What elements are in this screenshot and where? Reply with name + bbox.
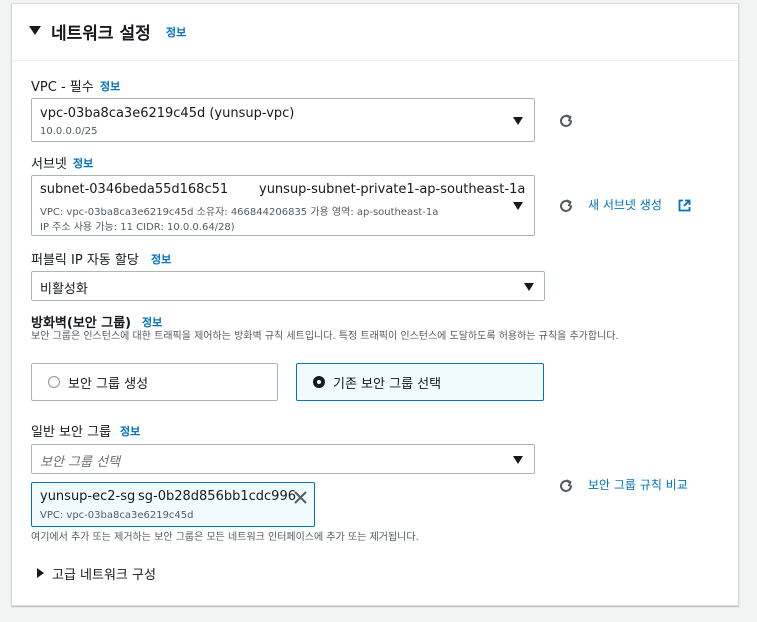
token-sg-id: sg-0b28d856bb1cdc996 — [138, 489, 296, 504]
compare-security-group-rules-link[interactable]: 보안 그룹 규칙 비교 — [588, 476, 688, 493]
section-title: 네트워크 설정 — [51, 24, 151, 44]
subnet-select[interactable]: subnet-0346beda55d168c51 yunsup-subnet-p… — [31, 175, 535, 236]
select-existing-security-group-option[interactable]: 기존 보안 그룹 선택 — [296, 363, 544, 401]
network-settings-panel: 네트워크 설정 정보 VPC - 필수 정보 vpc-03ba8ca3e6219… — [11, 3, 739, 606]
subnet-name: yunsup-subnet-private1-ap-southeast-1a — [259, 182, 526, 197]
public-ip-value: 비활성화 — [40, 282, 88, 297]
external-link-icon[interactable] — [678, 199, 691, 212]
firewall-info-link[interactable]: 정보 — [142, 314, 162, 330]
refresh-vpc-icon[interactable] — [557, 112, 575, 130]
security-group-note: 여기에서 추가 또는 제거하는 보안 그룹은 모든 네트워크 인터페이스에 추가… — [31, 532, 419, 543]
chevron-down-icon — [513, 202, 523, 210]
security-group-info-link[interactable]: 정보 — [120, 423, 140, 439]
radio-existing[interactable] — [313, 376, 325, 388]
vpc-label: VPC - 필수 — [31, 80, 94, 95]
security-group-label: 일반 보안 그룹 — [31, 425, 112, 440]
token-sg-vpc: VPC: vpc-03ba8ca3e6219c45d — [40, 510, 194, 521]
subnet-info-link[interactable]: 정보 — [73, 155, 93, 171]
vpc-select-value: vpc-03ba8ca3e6219c45d (yunsup-vpc) — [40, 106, 295, 121]
public-ip-label: 퍼블릭 IP 자동 할당 — [31, 253, 139, 268]
section-info-link[interactable]: 정보 — [166, 24, 186, 40]
select-existing-security-group-label: 기존 보안 그룹 선택 — [333, 377, 442, 392]
subnet-label: 서브넷 — [31, 157, 67, 172]
security-group-token: yunsup-ec2-sg sg-0b28d856bb1cdc996 VPC: … — [31, 482, 315, 527]
token-sg-name: yunsup-ec2-sg — [40, 489, 136, 504]
advanced-network-config-toggle[interactable]: 고급 네트워크 구성 — [52, 564, 156, 583]
subnet-id: subnet-0346beda55d168c51 — [40, 182, 229, 197]
public-ip-info-link[interactable]: 정보 — [151, 251, 171, 267]
chevron-down-icon — [524, 283, 534, 291]
create-subnet-link[interactable]: 새 서브넷 생성 — [588, 196, 662, 213]
chevron-down-icon — [513, 117, 523, 125]
create-security-group-option[interactable]: 보안 그룹 생성 — [31, 363, 278, 401]
create-security-group-label: 보안 그룹 생성 — [68, 377, 149, 392]
remove-token-icon[interactable] — [294, 491, 307, 504]
subnet-detail-line1: VPC: vpc-03ba8ca3e6219c45d 소유자: 46684420… — [40, 207, 439, 218]
public-ip-select[interactable]: 비활성화 — [31, 271, 545, 301]
firewall-description: 보안 그룹은 인스턴스에 대한 트래픽을 제어하는 방화벽 규칙 세트입니다. … — [31, 331, 619, 342]
radio-create[interactable] — [48, 376, 60, 388]
subnet-detail-line2: IP 주소 사용 가능: 11 CIDR: 10.0.0.64/28) — [40, 222, 235, 233]
vpc-select[interactable]: vpc-03ba8ca3e6219c45d (yunsup-vpc) 10.0.… — [31, 98, 535, 142]
collapse-caret-icon[interactable] — [29, 26, 41, 35]
chevron-down-icon — [513, 456, 523, 464]
vpc-select-cidr: 10.0.0.0/25 — [40, 126, 98, 137]
refresh-subnet-icon[interactable] — [557, 197, 575, 215]
expand-caret-icon[interactable] — [37, 568, 44, 578]
refresh-security-group-icon[interactable] — [557, 477, 575, 495]
security-group-placeholder: 보안 그룹 선택 — [40, 455, 121, 470]
panel-header[interactable]: 네트워크 설정 정보 — [12, 4, 738, 61]
vpc-info-link[interactable]: 정보 — [100, 78, 120, 94]
security-group-select[interactable]: 보안 그룹 선택 — [31, 444, 535, 474]
